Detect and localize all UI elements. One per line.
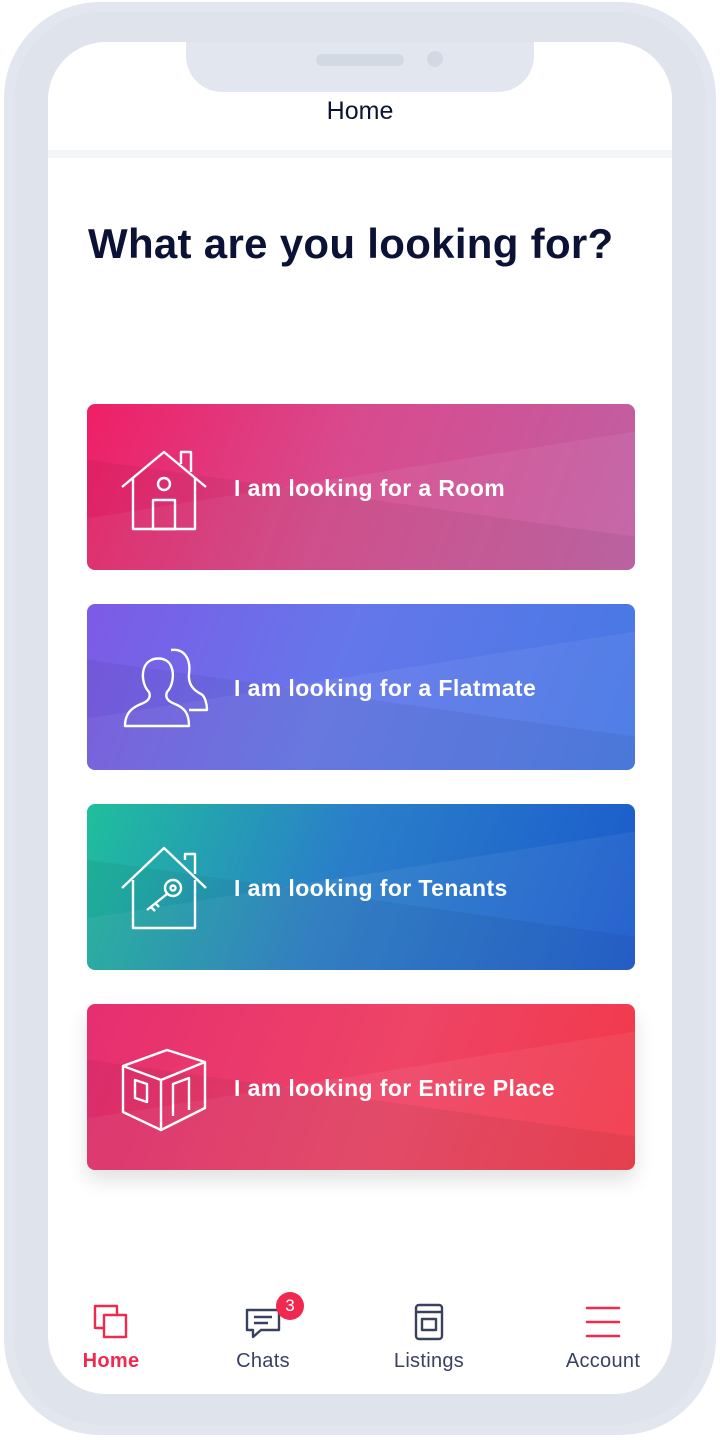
room-3d-icon <box>119 1044 209 1134</box>
front-camera <box>427 51 443 67</box>
tab-account[interactable]: Account <box>548 1282 658 1382</box>
option-room-card[interactable]: I am looking for a Room <box>87 404 635 570</box>
house-icon <box>119 444 209 534</box>
people-icon <box>119 644 209 734</box>
header-divider <box>48 150 672 158</box>
home-squares-icon <box>91 1302 131 1342</box>
tab-label: Home <box>82 1350 140 1372</box>
tab-home[interactable]: Home <box>56 1282 166 1382</box>
app-screen: Home What are you looking for? I am look… <box>48 42 672 1394</box>
option-label: I am looking for Tenants <box>234 875 508 901</box>
option-flatmate-card[interactable]: I am looking for a Flatmate <box>87 604 635 770</box>
option-tenants-card[interactable]: I am looking for Tenants <box>87 804 635 970</box>
unread-badge: 3 <box>276 1292 304 1320</box>
tab-label: Chats <box>236 1350 290 1372</box>
listings-icon <box>409 1302 449 1342</box>
tab-label: Account <box>565 1350 641 1372</box>
tab-chats[interactable]: 3 Chats <box>208 1282 318 1382</box>
option-entire-place-card[interactable]: I am looking for Entire Place <box>87 1004 635 1170</box>
tab-listings[interactable]: Listings <box>374 1282 484 1382</box>
hamburger-menu-icon <box>583 1302 623 1342</box>
main-heading: What are you looking for? <box>88 220 614 267</box>
device-notch <box>186 42 534 92</box>
page-title: Home <box>326 97 394 125</box>
option-label: I am looking for a Flatmate <box>234 675 537 701</box>
bottom-tab-bar: Home 3 Chats Listings Account <box>48 1282 672 1394</box>
speaker-grille <box>316 54 404 66</box>
option-label: I am looking for Entire Place <box>234 1075 555 1101</box>
house-key-icon <box>119 844 209 934</box>
tab-label: Listings <box>393 1350 465 1372</box>
option-label: I am looking for a Room <box>234 475 506 501</box>
